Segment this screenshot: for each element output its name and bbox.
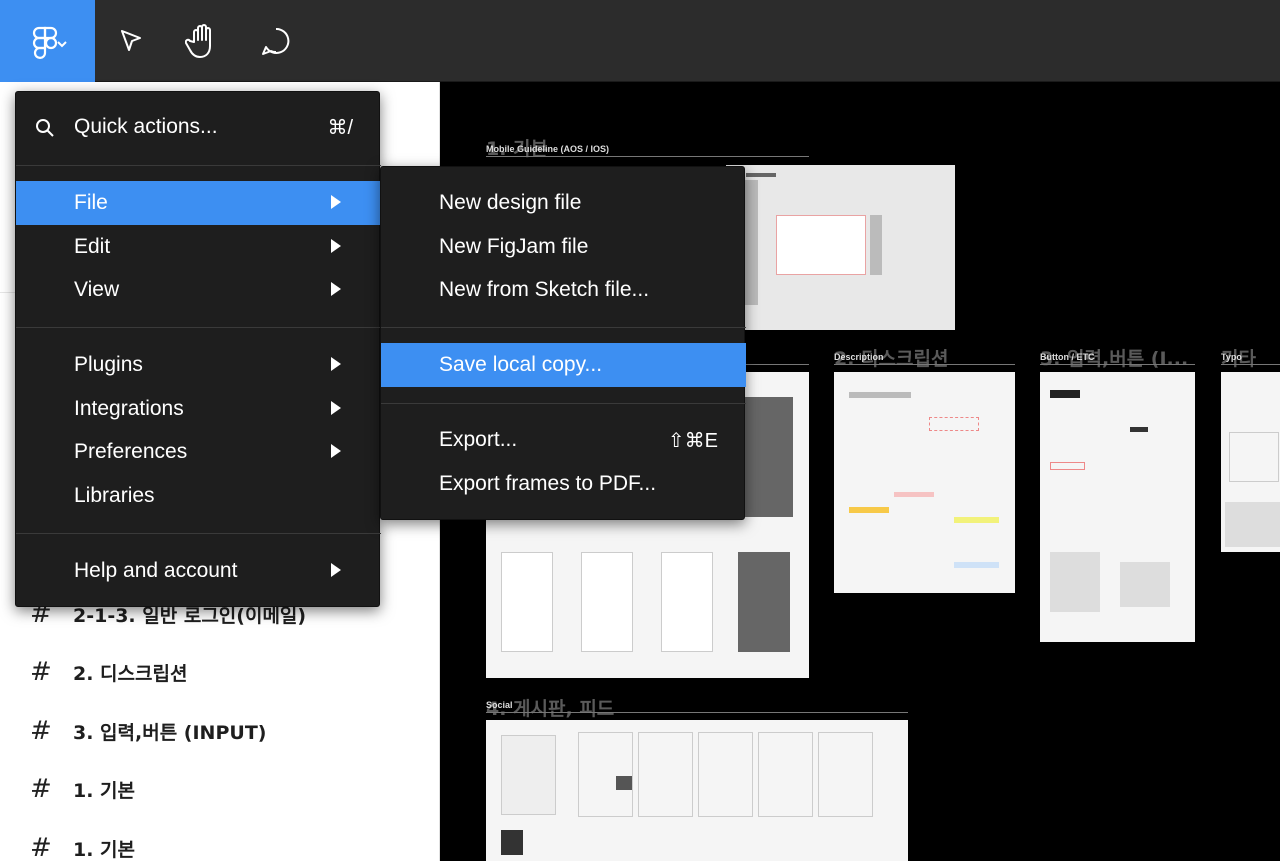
hand-tool-button[interactable] [177, 0, 229, 82]
layer-label: 3. 입력,버튼 (INPUT) [73, 721, 267, 744]
menu-item-edit[interactable]: Edit [16, 225, 381, 269]
frame-rule [486, 712, 908, 713]
menu-separator [16, 533, 381, 534]
layer-label: 2. 디스크립션 [73, 662, 188, 685]
menu-separator [16, 327, 381, 328]
menu-item-label: Preferences [74, 440, 188, 463]
submenu-arrow-icon [331, 401, 341, 415]
comment-tool-button[interactable] [250, 0, 302, 82]
menu-separator [16, 165, 381, 166]
frame-title[interactable]: Description [834, 352, 884, 362]
submenu-arrow-icon [331, 563, 341, 577]
submenu-item-export-frames-pdf[interactable]: Export frames to PDF... [381, 462, 746, 506]
frame-title[interactable]: Social [486, 700, 513, 710]
frame-rule [486, 156, 809, 157]
submenu-item-label: Save local copy... [439, 353, 603, 376]
submenu-item-label: New from Sketch file... [439, 278, 650, 301]
comment-icon [262, 27, 290, 55]
submenu-arrow-icon [331, 282, 341, 296]
submenu-item-new-from-sketch[interactable]: New from Sketch file... [381, 268, 746, 312]
export-shortcut: ⇧⌘E [667, 429, 718, 452]
move-tool-button[interactable] [105, 0, 157, 82]
menu-item-libraries[interactable]: Libraries [16, 474, 381, 518]
menu-item-label: Plugins [74, 353, 143, 376]
menu-item-plugins[interactable]: Plugins [16, 343, 381, 387]
menu-item-preferences[interactable]: Preferences [16, 430, 381, 474]
menu-separator [381, 327, 746, 328]
layer-label: 1. 기본 [73, 838, 136, 861]
menu-separator [381, 403, 746, 404]
file-submenu: New design file New FigJam file New from… [380, 166, 746, 520]
quick-actions-item[interactable]: Quick actions... ⌘/ [16, 105, 381, 149]
submenu-arrow-icon [331, 357, 341, 371]
submenu-item-new-design-file[interactable]: New design file [381, 181, 746, 225]
layer-label: 1. 기본 [73, 779, 136, 802]
submenu-arrow-icon [331, 195, 341, 209]
canvas-frame[interactable] [1221, 372, 1280, 552]
frame-rule [1040, 364, 1195, 365]
menu-item-label: View [74, 278, 120, 301]
frame-rule [834, 364, 1015, 365]
submenu-item-label: Export frames to PDF... [439, 472, 657, 495]
canvas-frame[interactable] [486, 720, 908, 861]
submenu-item-save-local-copy[interactable]: Save local copy... [381, 343, 746, 387]
menu-item-help-and-account[interactable]: Help and account [16, 549, 381, 593]
submenu-item-label: New FigJam file [439, 235, 589, 258]
frame-title[interactable]: Button / ETC [1040, 352, 1095, 362]
quick-actions-shortcut: ⌘/ [327, 116, 353, 139]
toolbar [0, 0, 1280, 82]
frame-rule [1221, 364, 1280, 365]
menu-item-file[interactable]: File [16, 181, 381, 225]
main-menu: Quick actions... ⌘/ File Edit View Plugi… [15, 91, 381, 607]
submenu-item-export[interactable]: Export... ⇧⌘E [381, 418, 746, 462]
figma-logo-icon [32, 26, 67, 59]
search-icon [36, 119, 54, 137]
layer-item[interactable]: # 3. 입력,버튼 (INPUT) [0, 702, 440, 760]
submenu-arrow-icon [331, 444, 341, 458]
menu-item-label: File [74, 191, 108, 214]
canvas-frame[interactable] [726, 165, 955, 330]
submenu-item-label: New design file [439, 191, 582, 214]
layer-item[interactable]: # 2. 디스크립션 [0, 643, 440, 701]
submenu-item-new-figjam-file[interactable]: New FigJam file [381, 225, 746, 269]
hand-icon [185, 24, 211, 58]
menu-item-label: Integrations [74, 397, 184, 420]
menu-item-label: Help and account [74, 559, 238, 582]
canvas-frame[interactable] [834, 372, 1015, 593]
menu-item-integrations[interactable]: Integrations [16, 387, 381, 431]
menu-item-label: Edit [74, 235, 111, 258]
layer-item[interactable]: # 1. 기본 [0, 760, 440, 818]
menu-item-label: Libraries [74, 484, 155, 507]
submenu-arrow-icon [331, 239, 341, 253]
submenu-item-label: Export... [439, 428, 518, 451]
frame-title[interactable]: Mobile Guideline (AOS / IOS) [486, 144, 609, 154]
chevron-down-icon [56, 41, 67, 48]
frame-title[interactable]: Typo [1221, 352, 1242, 362]
canvas-frame[interactable] [1040, 372, 1195, 642]
menu-item-view[interactable]: View [16, 268, 381, 312]
cursor-arrow-icon [121, 30, 141, 51]
layer-item[interactable]: # 1. 기본 [0, 819, 440, 861]
quick-actions-label: Quick actions... [74, 115, 218, 138]
main-menu-button[interactable] [0, 0, 95, 82]
